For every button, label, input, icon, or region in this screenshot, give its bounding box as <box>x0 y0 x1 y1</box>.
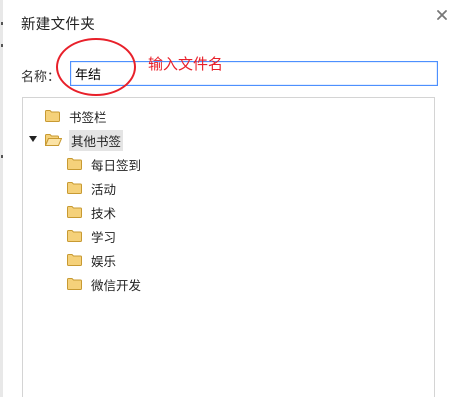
tree-item-label: 活动 <box>91 181 117 197</box>
folder-icon <box>67 230 82 242</box>
tree-item[interactable]: 技术 <box>67 202 116 222</box>
folder-icon <box>67 158 82 170</box>
expand-arrow-icon[interactable] <box>29 136 37 142</box>
edge-mark <box>1 22 3 25</box>
new-folder-dialog: 新建文件夹 名称： 输入文件名 书签栏其他书签每日签到活动技术学习娱乐微信开发 <box>0 0 465 397</box>
tree-item-label: 每日签到 <box>91 157 142 173</box>
bookmark-folder-tree[interactable]: 书签栏其他书签每日签到活动技术学习娱乐微信开发 <box>22 97 435 397</box>
tree-item[interactable]: 娱乐 <box>67 250 116 270</box>
folder-icon <box>45 110 60 122</box>
tree-item-label: 微信开发 <box>91 277 142 293</box>
folder-icon <box>67 254 82 266</box>
tree-item[interactable]: 活动 <box>67 178 116 198</box>
tree-item-label: 学习 <box>91 229 117 245</box>
folder-name-input[interactable] <box>70 61 438 86</box>
close-button[interactable] <box>432 5 452 25</box>
folder-icon <box>67 278 82 290</box>
edge-mark <box>1 44 3 47</box>
tree-item[interactable]: 书签栏 <box>45 106 107 126</box>
tree-item[interactable]: 微信开发 <box>67 274 141 294</box>
folder-open-icon <box>45 134 62 146</box>
tree-item-label: 书签栏 <box>69 109 107 125</box>
tree-item-label: 技术 <box>91 205 117 221</box>
edge-mark <box>1 155 3 158</box>
tree-item[interactable]: 其他书签 <box>29 129 124 151</box>
name-label: 名称： <box>21 70 61 85</box>
left-edge <box>0 0 3 397</box>
close-icon <box>437 10 447 20</box>
tree-item[interactable]: 学习 <box>67 226 116 246</box>
tree-item-label: 娱乐 <box>91 253 117 269</box>
dialog-title: 新建文件夹 <box>21 17 95 33</box>
tree-item-label: 其他书签 <box>69 129 124 151</box>
folder-icon <box>67 182 82 194</box>
tree-item[interactable]: 每日签到 <box>67 154 141 174</box>
folder-icon <box>67 206 82 218</box>
